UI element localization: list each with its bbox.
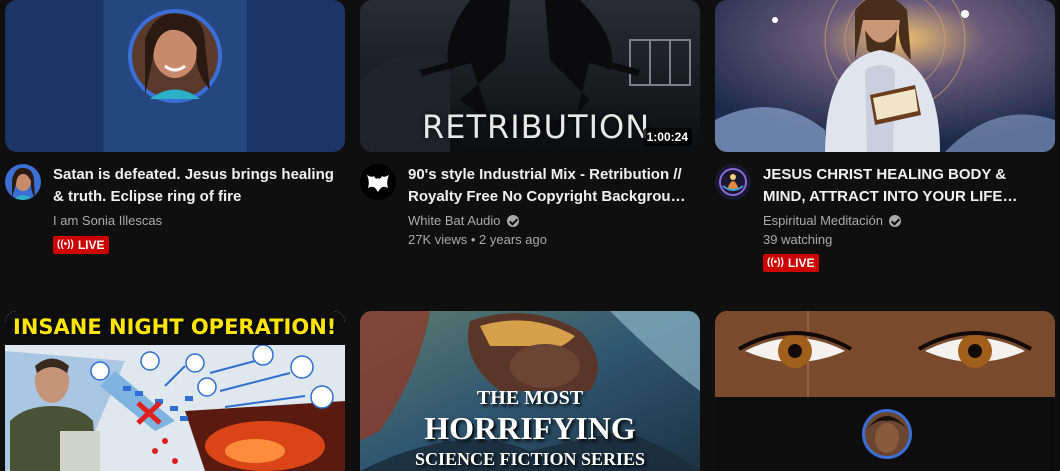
video-meta: JESUS CHRIST HEALING BODY & MIND, ATTRAC… (715, 152, 1055, 292)
live-badge: ((•)) LIVE (53, 236, 109, 254)
video-title[interactable]: Satan is defeated. Jesus brings healing … (53, 164, 337, 208)
bat-icon (360, 164, 396, 200)
channel-name-text[interactable]: Espiritual Meditación (763, 212, 883, 230)
video-title[interactable]: 90's style Industrial Mix - Retribution … (408, 164, 692, 208)
video-thumbnail[interactable] (715, 0, 1055, 152)
thumbnail-text-line-1: THE MOST (476, 387, 584, 409)
video-card[interactable] (715, 311, 1055, 471)
video-card[interactable]: Satan is defeated. Jesus brings healing … (5, 0, 345, 292)
channel-name[interactable]: Espiritual Meditación (763, 212, 1047, 230)
thumbnail-art (715, 0, 1055, 152)
live-broadcast-icon: ((•)) (57, 239, 74, 250)
thumbnail-art (715, 311, 1055, 471)
thumbnail-text: RETRIBUTION (422, 108, 651, 146)
video-thumbnail[interactable] (715, 311, 1055, 471)
video-duration: 1:00:24 (642, 128, 692, 146)
video-card[interactable]: THE MOST HORRIFYING SCIENCE FICTION SERI… (360, 311, 700, 471)
video-stats: 39 watching (763, 232, 833, 247)
live-broadcast-icon: ((•)) (767, 257, 784, 268)
meditation-logo-icon (715, 164, 751, 200)
video-card[interactable]: RETRIBUTION 1:00:24 90's style Industria… (360, 0, 700, 292)
video-stats: 27K views • 2 years ago (408, 232, 547, 247)
video-card[interactable]: INSANE NIGHT OPERATION! (5, 311, 345, 471)
video-card[interactable]: JESUS CHRIST HEALING BODY & MIND, ATTRAC… (715, 0, 1055, 292)
thumbnail-text: INSANE NIGHT OPERATION! (13, 315, 337, 339)
channel-avatar[interactable] (360, 164, 396, 200)
verified-icon (888, 215, 901, 227)
channel-name[interactable]: I am Sonia Illescas (53, 212, 337, 230)
video-title[interactable]: JESUS CHRIST HEALING BODY & MIND, ATTRAC… (763, 164, 1047, 208)
live-label: LIVE (77, 238, 105, 252)
channel-name-text[interactable]: White Bat Audio (408, 212, 501, 230)
video-meta: 90's style Industrial Mix - Retribution … (360, 152, 700, 292)
channel-avatar[interactable] (715, 164, 751, 200)
video-thumbnail[interactable]: INSANE NIGHT OPERATION! (5, 311, 345, 471)
thumbnail-text-line-2: HORRIFYING (424, 410, 636, 446)
verified-icon (506, 215, 519, 227)
thumbnail-art (128, 9, 222, 103)
video-meta: Satan is defeated. Jesus brings healing … (5, 152, 345, 292)
channel-name[interactable]: White Bat Audio (408, 212, 692, 230)
channel-avatar[interactable] (5, 164, 41, 200)
channel-name-text[interactable]: I am Sonia Illescas (53, 212, 162, 230)
video-thumbnail[interactable] (5, 0, 345, 152)
video-thumbnail[interactable]: THE MOST HORRIFYING SCIENCE FICTION SERI… (360, 311, 700, 471)
live-label: LIVE (787, 256, 815, 270)
video-thumbnail[interactable]: RETRIBUTION 1:00:24 (360, 0, 700, 152)
live-badge: ((•)) LIVE (763, 254, 819, 272)
